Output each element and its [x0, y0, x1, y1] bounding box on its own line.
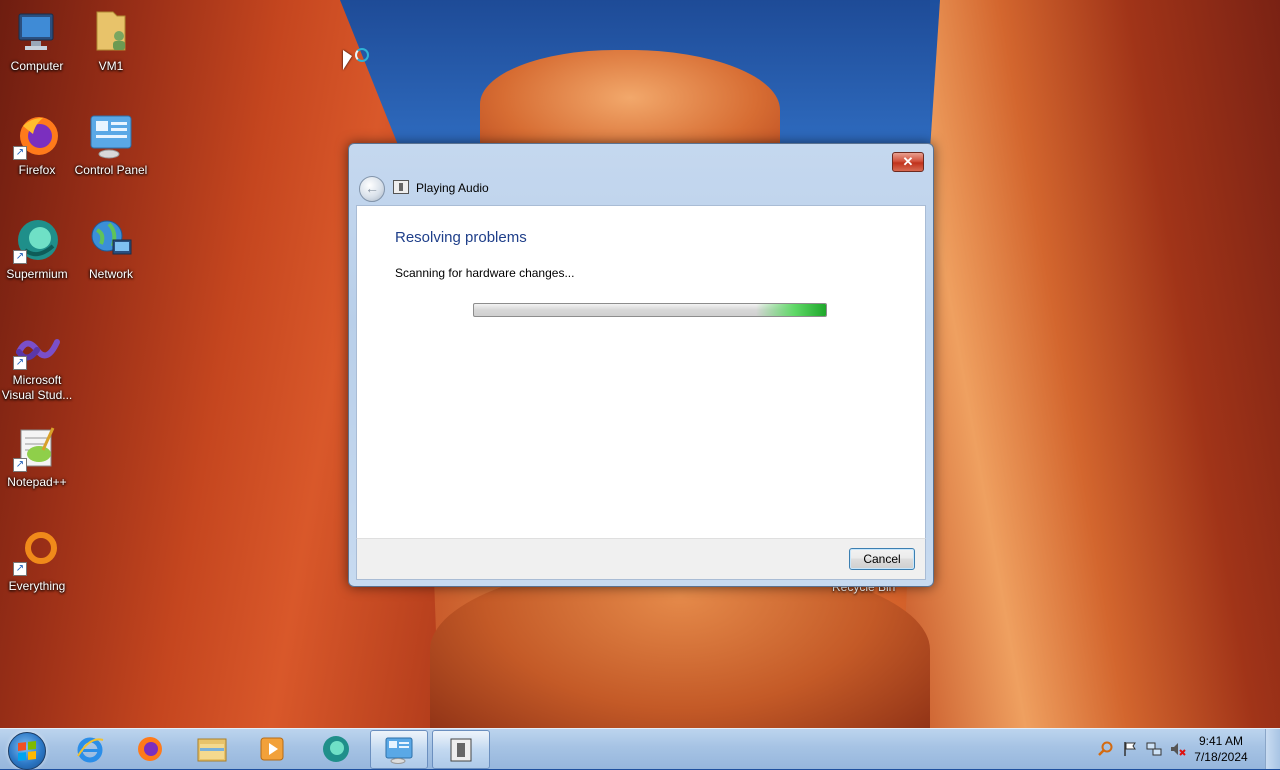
search-icon[interactable] — [1098, 741, 1114, 757]
shortcut-arrow-icon: ↗ — [13, 458, 27, 472]
desktop-icon-control-panel[interactable]: Control Panel — [74, 112, 148, 178]
shortcut-arrow-icon: ↗ — [13, 146, 27, 160]
taskbar-file-explorer[interactable] — [184, 730, 240, 767]
desktop-icon-vm1[interactable]: VM1 — [74, 8, 148, 74]
shortcut-arrow-icon: ↗ — [13, 562, 27, 576]
taskbar-media-player[interactable] — [244, 730, 300, 767]
shortcut-arrow-icon: ↗ — [13, 356, 27, 370]
back-button[interactable]: ← — [359, 176, 385, 202]
internet-explorer-icon — [77, 737, 104, 762]
show-desktop-button[interactable] — [1265, 729, 1280, 769]
visual-studio-icon: ↗ — [13, 330, 61, 370]
desktop-icon-label: Notepad++ — [7, 475, 67, 489]
desktop-icon-supermium[interactable]: ↗ Supermium — [0, 216, 74, 282]
firefox-icon — [138, 736, 162, 761]
desktop-icon-label: Microsoft Visual Stud... — [1, 373, 73, 402]
cancel-button[interactable]: Cancel — [849, 548, 915, 570]
dialog-footer: Cancel — [356, 538, 926, 580]
desktop-icon-label: Network — [88, 267, 133, 281]
notepadpp-icon: ↗ — [13, 424, 61, 472]
taskbar-playing-audio[interactable] — [432, 730, 490, 769]
page-heading: Resolving problems — [395, 229, 527, 246]
desktop-icon-label: Control Panel — [74, 163, 148, 177]
file-explorer-icon — [197, 738, 227, 761]
mouse-cursor-icon — [343, 50, 352, 70]
computer-icon — [13, 8, 61, 56]
taskbar-firefox[interactable] — [122, 730, 178, 767]
close-button[interactable]: ✕ — [892, 152, 924, 172]
desktop-icon-network[interactable]: Network — [74, 216, 148, 282]
system-tray: 9:41 AM 7/18/2024 — [1090, 729, 1280, 769]
shortcut-arrow-icon: ↗ — [13, 250, 27, 264]
desktop-icon-label: Supermium — [6, 267, 68, 281]
taskbar-internet-explorer[interactable] — [62, 730, 118, 767]
taskbar: 9:41 AM 7/18/2024 — [0, 728, 1280, 770]
speaker-icon — [393, 180, 409, 194]
desktop-icon-label: Computer — [10, 59, 64, 73]
dialog-content: Resolving problems Scanning for hardware… — [356, 205, 926, 539]
network-globe-icon — [87, 216, 135, 264]
progress-bar — [473, 303, 827, 317]
supermium-icon: ↗ — [13, 216, 61, 264]
desktop-icon-visual-studio[interactable]: ↗ Microsoft Visual Stud... — [0, 330, 74, 403]
supermium-icon — [323, 735, 349, 762]
troubleshooter-dialog: ✕ ← Playing Audio Resolving problems Sca… — [348, 143, 934, 587]
desktop-icon-label: VM1 — [98, 59, 124, 73]
desktop-icon-notepadpp[interactable]: ↗ Notepad++ — [0, 424, 74, 490]
start-button[interactable] — [8, 732, 46, 770]
desktop-icon-label: Firefox — [18, 163, 56, 177]
media-player-icon — [260, 737, 284, 760]
busy-indicator-icon — [355, 48, 369, 62]
taskbar-control-panel[interactable] — [370, 730, 428, 769]
everything-search-icon: ↗ — [13, 528, 61, 576]
playing-audio-icon — [450, 738, 472, 761]
firefox-icon: ↗ — [13, 112, 61, 160]
wallpaper-rock-right — [900, 0, 1280, 740]
dialog-title: Playing Audio — [416, 181, 489, 195]
desktop-icon-everything[interactable]: ↗ Everything — [0, 528, 74, 594]
control-panel-icon — [87, 112, 135, 160]
desktop-icon-firefox[interactable]: ↗ Firefox — [0, 112, 74, 178]
user-folder-icon — [87, 8, 135, 56]
desktop-icon-label: Everything — [8, 579, 66, 593]
network-icon[interactable] — [1146, 741, 1162, 757]
taskbar-supermium[interactable] — [308, 730, 364, 767]
clock-time[interactable]: 9:41 AM — [1186, 734, 1256, 748]
flag-icon[interactable] — [1122, 741, 1138, 757]
control-panel-icon — [385, 737, 413, 764]
status-text: Scanning for hardware changes... — [395, 266, 575, 280]
volume-muted-icon[interactable] — [1170, 741, 1186, 757]
progress-bar-fill — [755, 304, 826, 316]
clock-date[interactable]: 7/18/2024 — [1186, 750, 1256, 764]
desktop-icon-computer[interactable]: Computer — [0, 8, 74, 74]
